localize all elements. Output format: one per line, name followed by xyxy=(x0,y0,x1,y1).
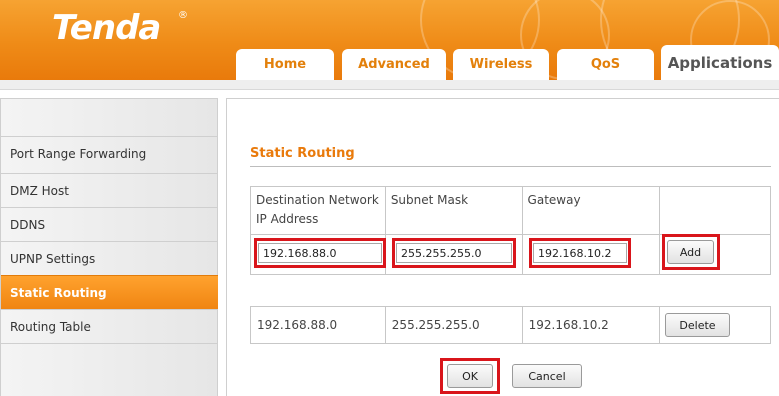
column-header-subnet-mask: Subnet Mask xyxy=(384,186,523,235)
column-header-gateway: Gateway xyxy=(521,186,661,235)
highlight-gateway xyxy=(529,238,631,268)
highlight-ok-button xyxy=(440,358,500,394)
header-divider-strip xyxy=(0,80,779,90)
column-header-destination: Destination Network IP Address xyxy=(250,186,386,235)
highlight-destination xyxy=(254,238,386,268)
sidebar-item-static-routing[interactable]: Static Routing xyxy=(1,275,218,309)
tab-applications[interactable]: Applications xyxy=(661,45,779,80)
route-subnet-mask: 255.255.255.0 xyxy=(384,306,523,344)
highlight-subnet-mask xyxy=(392,238,516,268)
title-divider xyxy=(250,166,771,167)
delete-button[interactable]: Delete xyxy=(665,313,730,337)
cancel-button[interactable]: Cancel xyxy=(512,364,582,388)
sidebar: Port Range Forwarding DMZ Host DDNS UPNP… xyxy=(0,98,218,396)
tab-home[interactable]: Home xyxy=(236,49,334,80)
tab-wireless[interactable]: Wireless xyxy=(453,49,549,80)
sidebar-item-blank xyxy=(1,343,218,377)
top-banner: Tenda ® Home Advanced Wireless QoS Appli… xyxy=(0,0,779,80)
tenda-logo: Tenda xyxy=(52,8,161,48)
sidebar-item-port-range-forwarding[interactable]: Port Range Forwarding xyxy=(1,136,218,170)
column-header-action xyxy=(659,186,771,235)
tab-advanced[interactable]: Advanced xyxy=(342,49,446,80)
sidebar-item-upnp-settings[interactable]: UPNP Settings xyxy=(1,241,218,275)
route-destination: 192.168.88.0 xyxy=(250,306,386,344)
sidebar-item-ddns[interactable]: DDNS xyxy=(1,207,218,241)
route-gateway: 192.168.10.2 xyxy=(521,306,661,344)
tab-qos[interactable]: QoS xyxy=(557,49,654,80)
page-title: Static Routing xyxy=(250,146,355,161)
registered-mark: ® xyxy=(178,10,188,21)
sidebar-item-routing-table[interactable]: Routing Table xyxy=(1,309,218,343)
sidebar-item-dmz-host[interactable]: DMZ Host xyxy=(1,173,218,207)
highlight-add-button xyxy=(662,234,720,270)
